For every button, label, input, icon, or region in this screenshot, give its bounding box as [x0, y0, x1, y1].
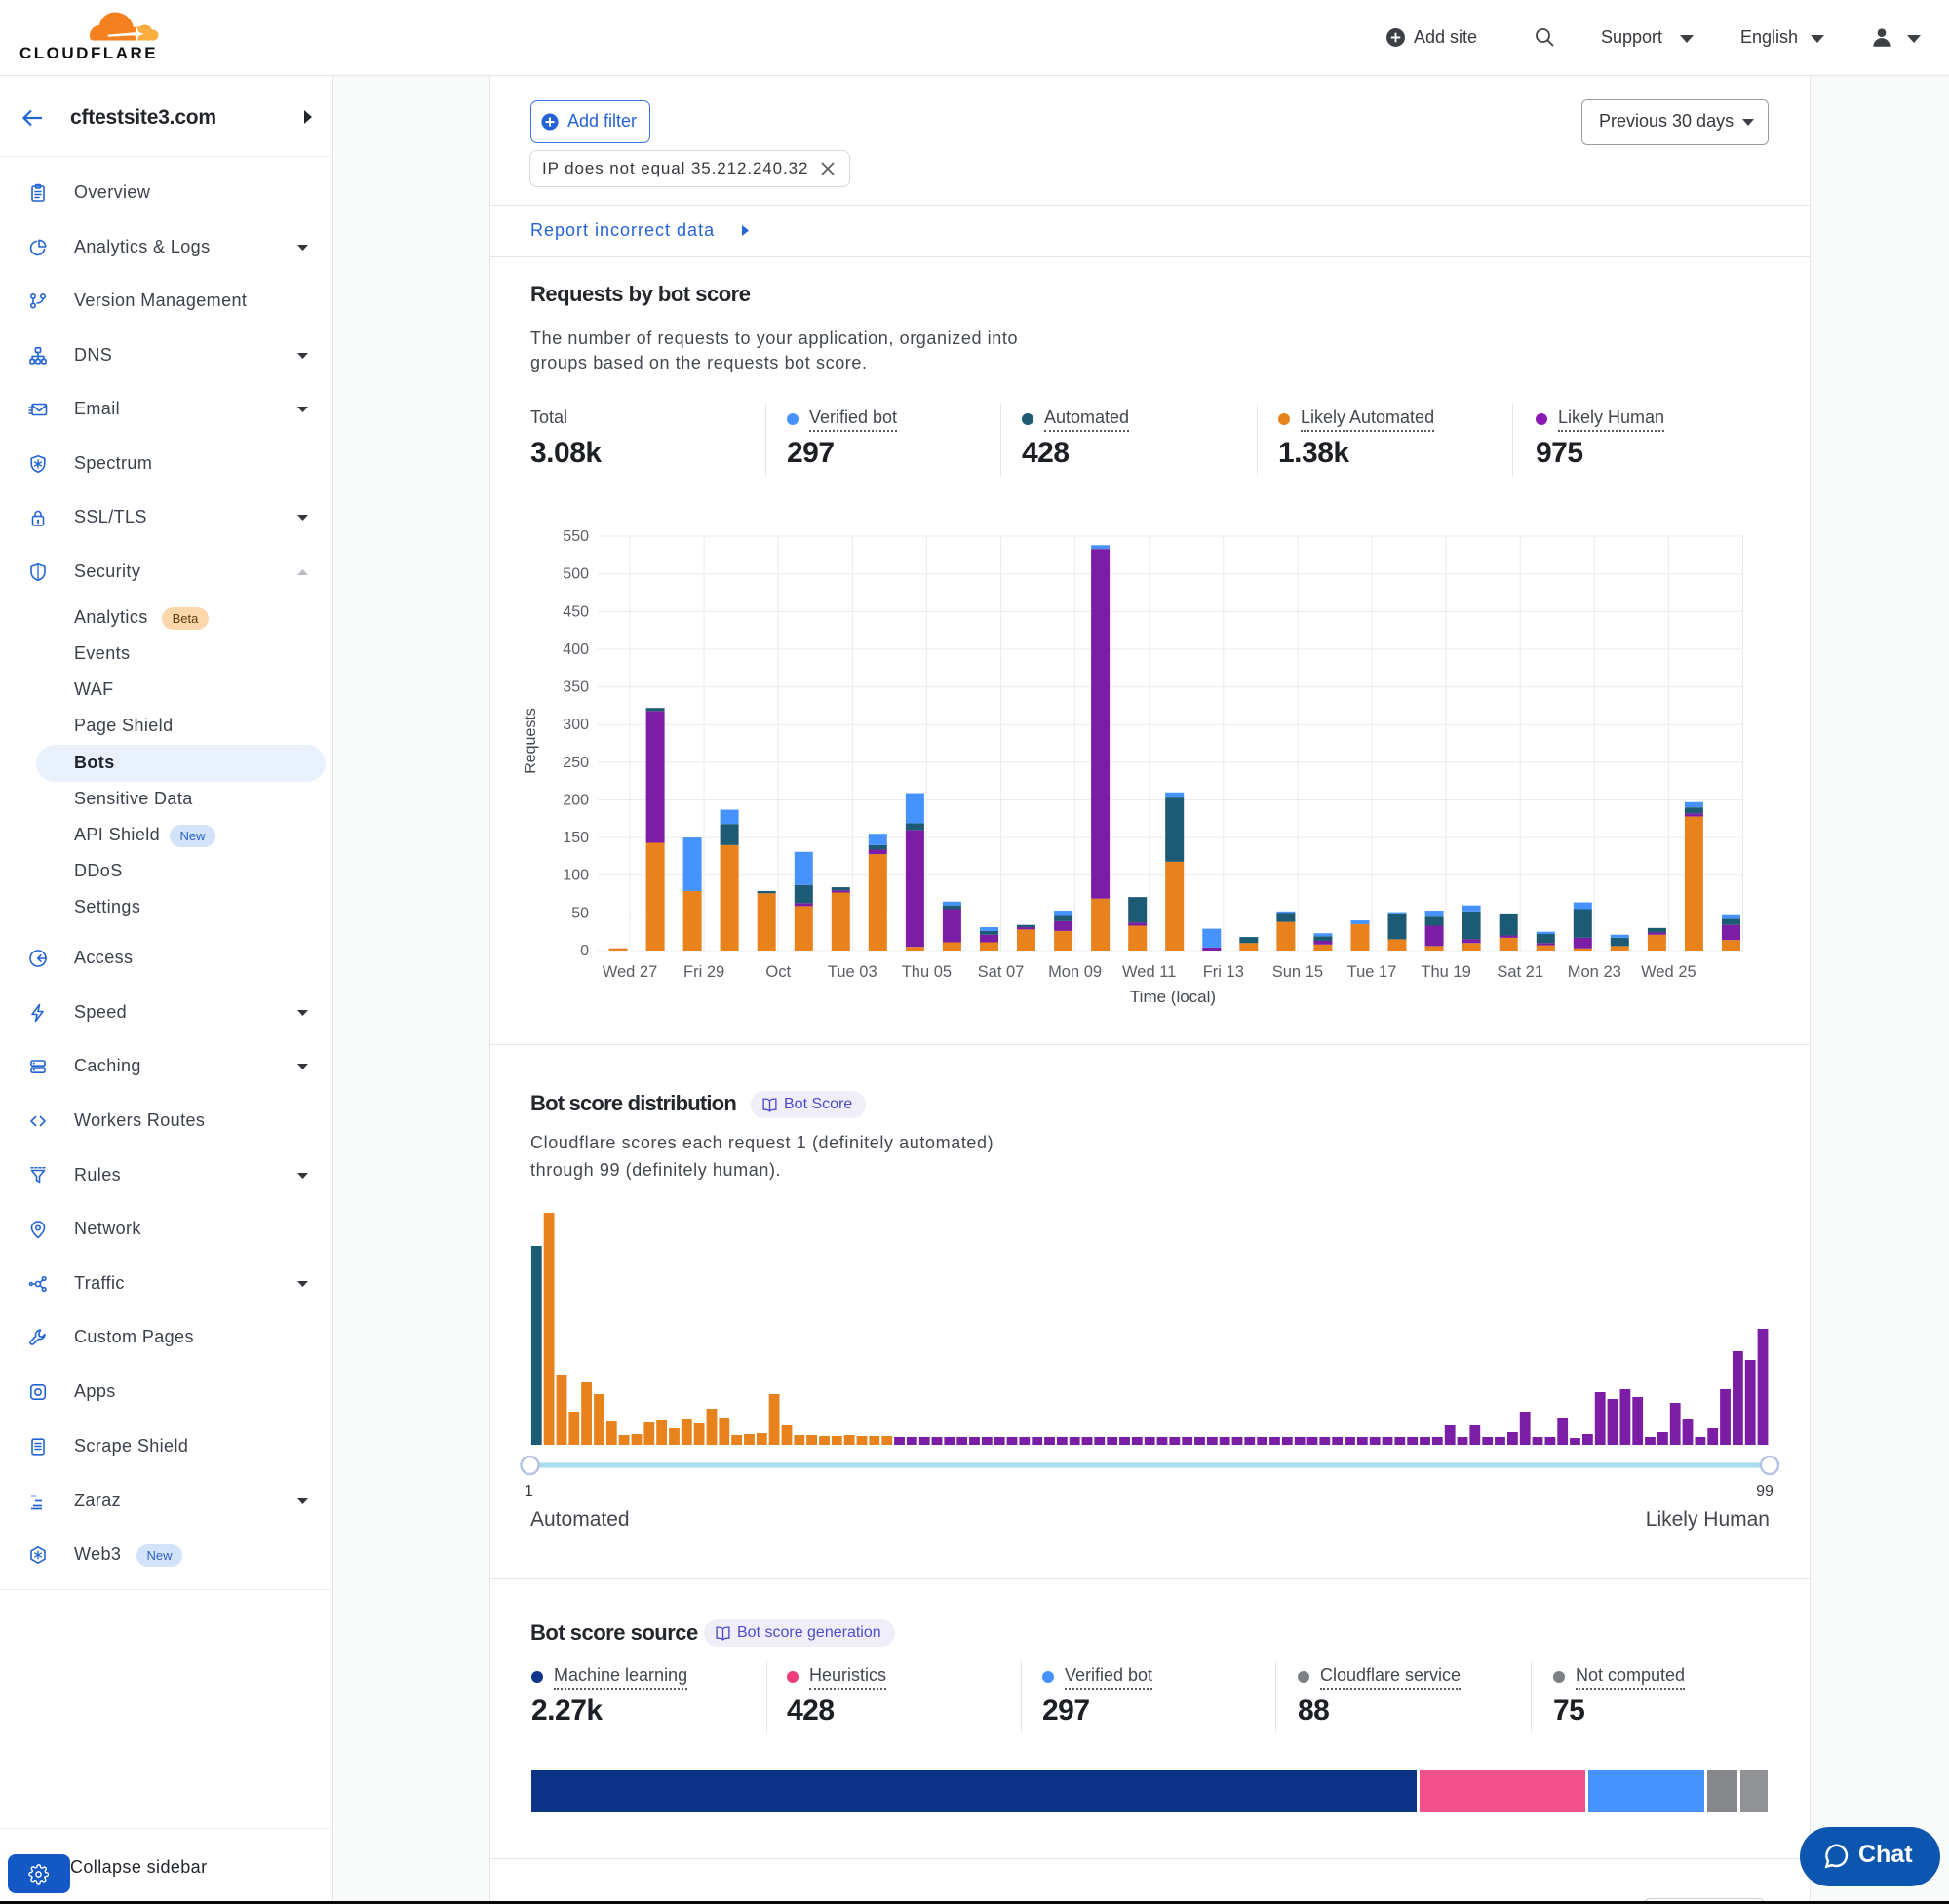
svg-text:300: 300 — [563, 717, 589, 733]
svg-text:550: 550 — [563, 528, 589, 545]
svg-text:Wed 25: Wed 25 — [1641, 963, 1696, 981]
svg-text:0: 0 — [580, 943, 589, 959]
svg-text:50: 50 — [571, 905, 589, 921]
svg-text:Mon 09: Mon 09 — [1048, 963, 1102, 981]
svg-text:200: 200 — [563, 793, 589, 809]
svg-text:Sat 21: Sat 21 — [1497, 963, 1543, 981]
svg-text:Requests: Requests — [523, 708, 539, 774]
svg-text:Tue 17: Tue 17 — [1347, 963, 1397, 981]
svg-text:500: 500 — [563, 566, 589, 583]
svg-text:Thu 05: Thu 05 — [902, 963, 952, 981]
svg-text:400: 400 — [563, 641, 589, 658]
svg-text:Fri 13: Fri 13 — [1203, 963, 1244, 981]
svg-text:Oct: Oct — [765, 963, 791, 981]
svg-text:Wed 11: Wed 11 — [1122, 963, 1176, 981]
svg-text:Fri 29: Fri 29 — [683, 963, 724, 981]
svg-text:150: 150 — [563, 830, 589, 846]
svg-text:350: 350 — [563, 680, 589, 696]
svg-text:Sat 07: Sat 07 — [978, 963, 1025, 981]
svg-text:Time (local): Time (local) — [1130, 988, 1216, 1006]
svg-text:Mon 23: Mon 23 — [1568, 963, 1621, 981]
svg-text:Wed 27: Wed 27 — [603, 963, 658, 981]
svg-text:Sun 15: Sun 15 — [1272, 963, 1323, 981]
svg-text:450: 450 — [563, 603, 589, 620]
svg-text:250: 250 — [563, 755, 589, 771]
svg-text:100: 100 — [563, 868, 589, 884]
svg-text:Thu 19: Thu 19 — [1421, 963, 1470, 981]
svg-text:Tue 03: Tue 03 — [828, 963, 877, 981]
